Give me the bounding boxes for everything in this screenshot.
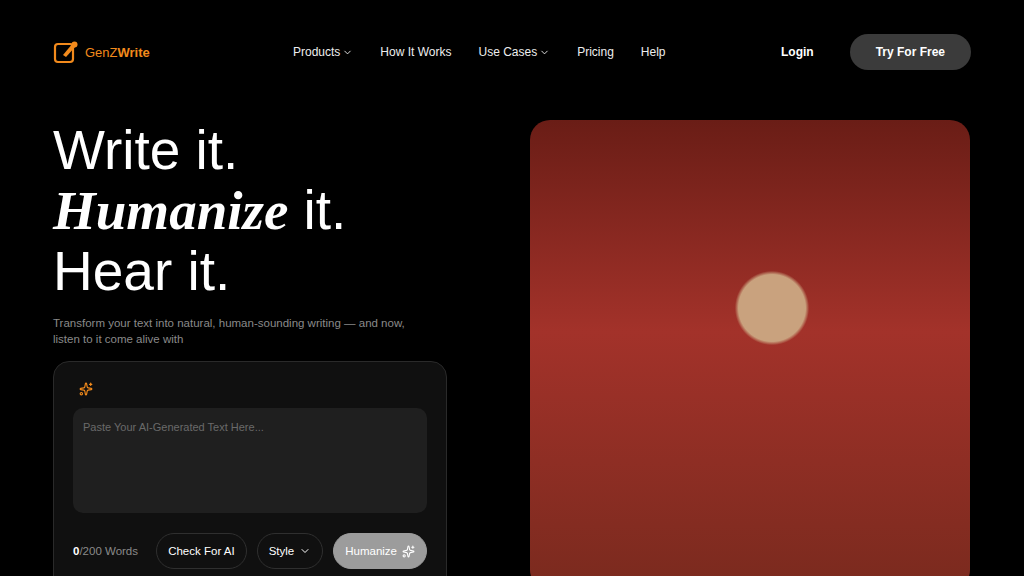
text-input[interactable]	[73, 408, 427, 513]
nav: Products How It Works Use Cases Pricing Help	[293, 45, 781, 59]
hero: Write it.Humanize it.Hear it. Transform y…	[53, 120, 971, 576]
check-for-ai-button[interactable]: Check For AI	[156, 533, 246, 569]
chevron-down-icon	[299, 545, 311, 557]
hero-subtitle: Transform your text into natural, human-…	[53, 315, 413, 347]
logo-text: GenZWrite	[85, 45, 150, 60]
logo-icon	[53, 39, 79, 65]
try-for-free-button[interactable]: Try For Free	[850, 34, 971, 70]
page: GenZWriteProductsHow It WorksUse CasesPr…	[0, 0, 1024, 576]
nav-item[interactable]: Use Cases	[478, 45, 550, 59]
hero-photo	[530, 120, 970, 576]
nav-item[interactable]: Help	[641, 45, 666, 59]
humanize-button[interactable]: Humanize	[333, 533, 427, 569]
logo[interactable]: GenZWrite	[53, 39, 293, 65]
heading-line: Hear it.	[53, 241, 447, 301]
nav-item[interactable]: Pricing	[577, 45, 614, 59]
hero-left: Write it.Humanize it.Hear it. Transform y…	[53, 120, 447, 576]
login-link[interactable]: Login	[781, 45, 814, 59]
editor-card: 0/200 Words Check For AI StyleHumanize	[53, 361, 447, 576]
heading-line: Write it.	[53, 120, 447, 180]
chevron-down-icon	[342, 47, 353, 58]
nav-item[interactable]: Products	[293, 45, 353, 59]
heading-line: Humanize it.	[53, 180, 447, 241]
chevron-down-icon	[539, 47, 550, 58]
hero-heading: Write it.Humanize it.Hear it.	[53, 120, 447, 301]
word-counter: 0/200 Words	[73, 545, 146, 557]
editor-controls: 0/200 Words Check For AI StyleHumanize	[73, 533, 427, 569]
sparkles-icon	[402, 545, 415, 558]
header: GenZWriteProductsHow It WorksUse CasesPr…	[53, 0, 971, 104]
sparkles-icon	[79, 382, 93, 396]
style-select[interactable]: Style	[257, 533, 324, 569]
nav-item[interactable]: How It Works	[380, 45, 451, 59]
